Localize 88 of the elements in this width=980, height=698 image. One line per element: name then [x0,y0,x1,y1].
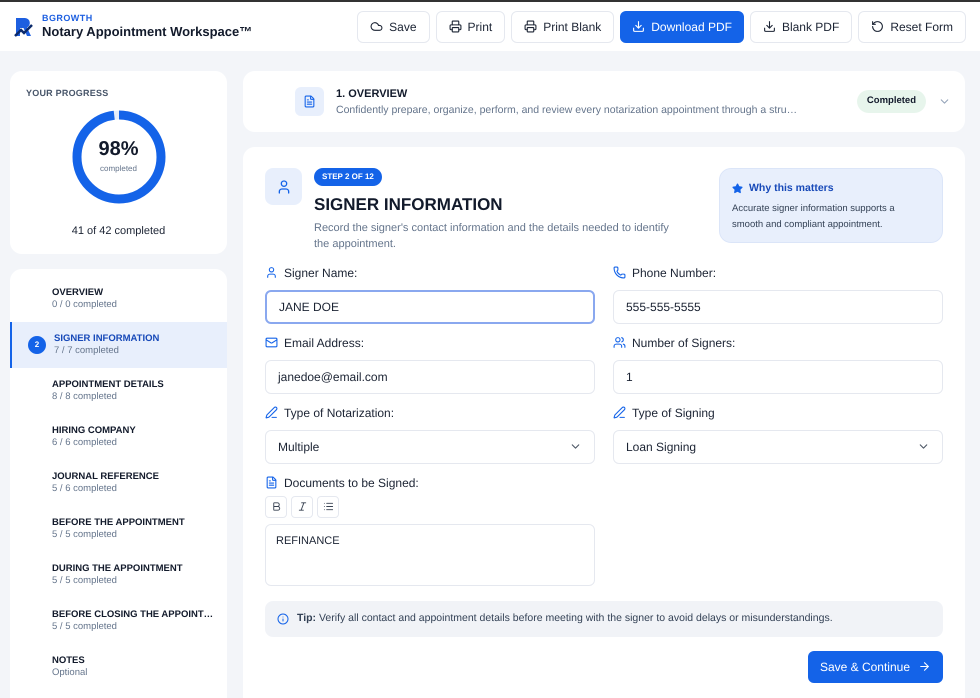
people-icon [613,336,626,349]
section-subtitle: 7 / 7 completed [54,345,120,357]
section-subtitle: 5 / 5 completed [52,575,118,587]
field-label: Signer Name: [284,264,358,282]
cloud-icon [370,20,384,33]
section-nav-item[interactable]: NOTES Optional [10,644,227,690]
status-badge: Completed [856,90,926,113]
overview-description: Confidently prepare, organize, perform, and review every notarization appointment through a stru… [336,102,798,117]
section-title: DURING THE APPOINTMENT [52,563,183,575]
toolbar-button[interactable]: Save [357,10,430,42]
progress-percent: 98% [98,138,139,158]
section-subtitle: 5 / 6 completed [52,483,118,495]
info-icon [277,612,289,624]
step-title: SIGNER INFORMATION [314,194,504,216]
toolbar-button[interactable]: Download PDF [620,10,744,42]
envelope-icon [265,336,278,349]
field-label: Phone Number: [632,264,716,282]
format-button[interactable] [317,496,339,518]
progress-summary: 41 of 42 completed [72,224,166,238]
arrow-right-icon [918,660,931,673]
section-title: OVERVIEW [52,287,104,299]
section-subtitle: 6 / 6 completed [52,437,118,449]
tip-text: Tip: Verify all contact and appointment details before meeting with the signer to avoid delays or misunderstandings. [297,610,833,626]
field-label: Documents to be Signed: [284,474,419,492]
section-nav-item[interactable]: BEFORE THE APPOINTMENT 5 / 5 completed [10,506,227,552]
section-subtitle: 5 / 5 completed [52,621,118,633]
section-title: NOTES [52,655,86,667]
input-field[interactable]: 555-555-5555 [613,290,943,324]
text-area[interactable]: REFINANCE [265,524,595,586]
section-subtitle: Optional [52,667,88,679]
section-subtitle: 5 / 5 completed [52,529,118,541]
toolbar-button[interactable]: Print Blank [511,10,614,42]
document-icon [265,476,278,489]
logo-icon [14,16,34,38]
download-icon [632,20,646,33]
input-field[interactable]: JANE DOE [265,290,595,324]
progress-heading: YOUR PROGRESS [26,87,108,100]
save-continue-button[interactable]: Save & Continue [808,650,943,682]
callout-text: Accurate signer information supports a smooth and compliant appointment. [732,202,896,232]
section-nav-item[interactable]: DURING THE APPOINTMENT 5 / 5 completed [10,552,227,598]
reset-icon [871,20,884,33]
toolbar-button[interactable]: Reset Form [858,10,966,42]
field-label: Type of Signing [632,404,715,422]
field-label: Email Address: [284,334,364,352]
printer-icon [524,20,538,33]
toolbar-button[interactable]: Blank PDF [750,10,852,42]
input-field[interactable]: 1 [613,360,943,394]
pen-icon [613,406,626,419]
select-field[interactable]: Loan Signing [613,430,943,464]
overview-title: 1. OVERVIEW [336,87,408,102]
italic-icon [296,501,308,512]
section-title: HIRING COMPANY [52,425,136,437]
callout-title: Why this matters [749,181,834,196]
section-title: JOURNAL REFERENCE [52,471,159,483]
field-label: Number of Signers: [632,334,736,352]
person-icon [265,266,278,279]
section-nav-item[interactable]: APPOINTMENT DETAILS 8 / 8 completed [10,368,227,414]
select-field[interactable]: Multiple [265,430,595,464]
section-title: BEFORE THE APPOINTMENT [52,517,185,529]
format-button[interactable] [265,496,287,518]
section-title: APPOINTMENT DETAILS [52,379,164,391]
field-label: Type of Notarization: [284,404,394,422]
progress-caption: completed [100,162,137,174]
section-title: BEFORE CLOSING THE APPOINT… [52,609,214,621]
step-number-badge: 2 [28,336,46,354]
download-icon [762,20,776,33]
document-icon [303,95,316,108]
app-title: Notary Appointment Workspace™ [42,24,252,40]
step-description: Record the signer's contact information and the details needed to identify the appointment. [314,220,670,252]
printer-icon [448,20,462,33]
section-nav-item[interactable]: BEFORE CLOSING THE APPOINT… 5 / 5 completed [10,598,227,644]
section-nav-item[interactable]: 2 SIGNER INFORMATION 7 / 7 completed [10,322,227,368]
section-nav-item[interactable]: OVERVIEW 0 / 0 completed [10,276,227,322]
star-icon [732,183,743,194]
pen-icon [265,406,278,419]
person-icon [276,178,292,194]
step-badge: STEP 2 OF 12 [314,168,382,186]
phone-icon [613,266,626,279]
format-button[interactable] [291,496,313,518]
toolbar-button[interactable]: Print [436,10,506,42]
section-subtitle: 8 / 8 completed [52,391,118,403]
company-name: BGROWTH [42,12,94,24]
section-subtitle: 0 / 0 completed [52,299,117,311]
section-title: SIGNER INFORMATION [54,333,160,345]
section-nav-item[interactable]: HIRING COMPANY 6 / 6 completed [10,414,227,460]
input-field[interactable]: janedoe@email.com [265,360,595,394]
section-nav-item[interactable]: JOURNAL REFERENCE 5 / 6 completed [10,460,227,506]
bold-icon [270,501,282,512]
